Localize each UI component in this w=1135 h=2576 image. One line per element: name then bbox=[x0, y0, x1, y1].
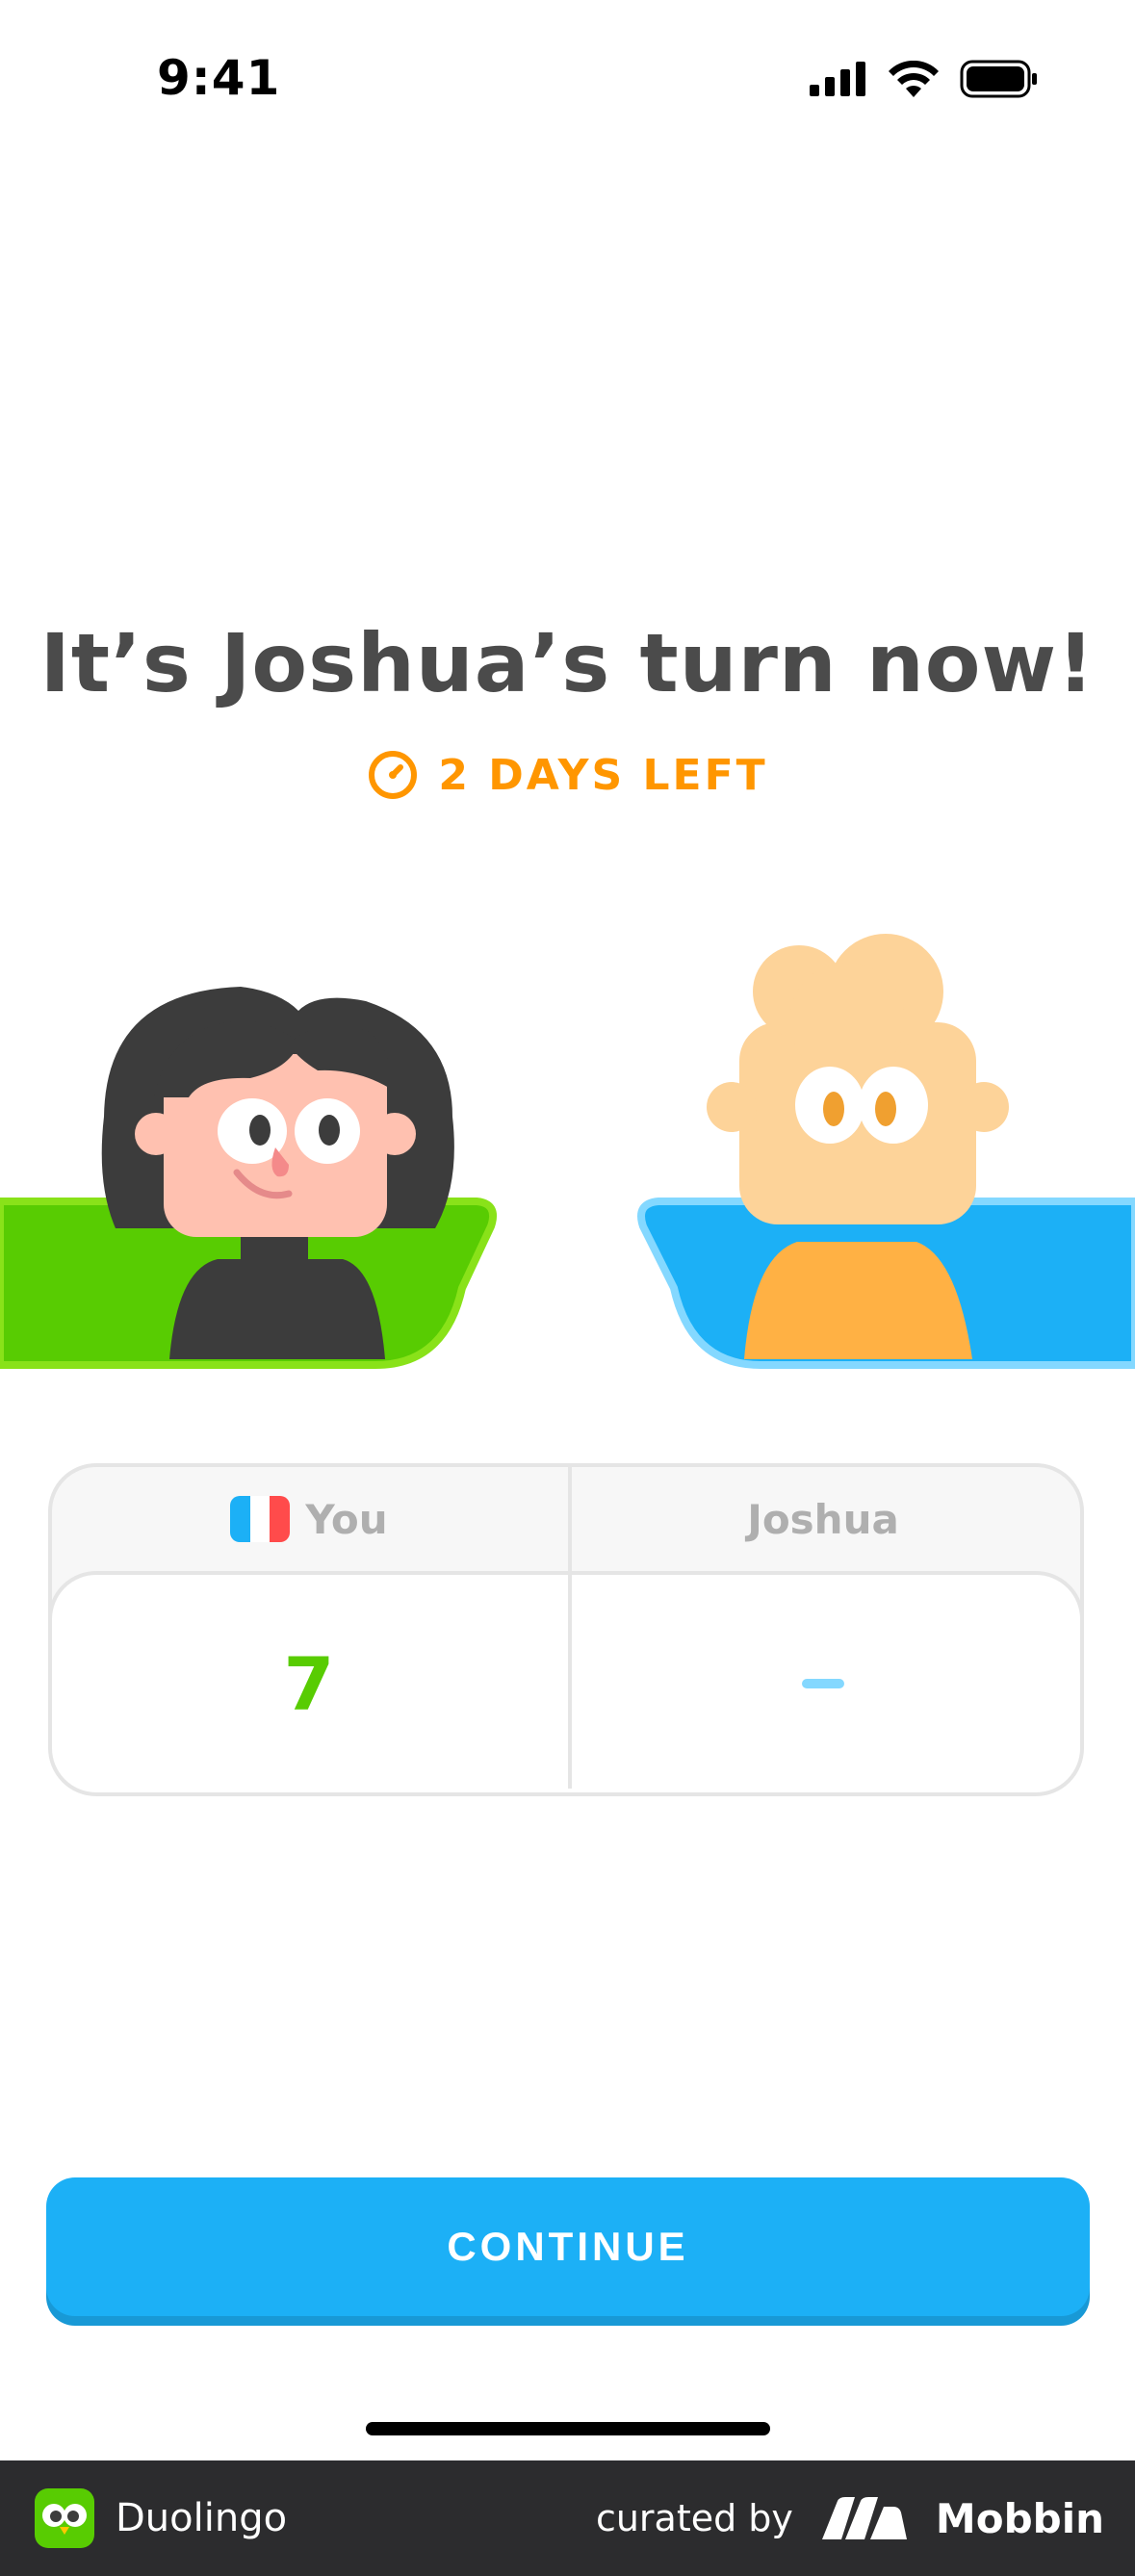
status-time: 9:41 bbox=[157, 50, 281, 106]
mobbin-logo-icon bbox=[821, 2497, 907, 2539]
signal-icon bbox=[810, 62, 865, 96]
you-header: You bbox=[52, 1467, 566, 1571]
you-avatar bbox=[0, 987, 498, 1369]
page-title: It’s Joshua’s turn now! bbox=[39, 616, 1096, 710]
opponent-header: Joshua bbox=[566, 1467, 1080, 1571]
curated-by-label: curated by bbox=[595, 2497, 793, 2539]
continue-button[interactable]: CONTINUE bbox=[46, 2177, 1090, 2316]
you-score-cell: 7 bbox=[52, 1575, 566, 1792]
days-left-timer: 2 DAYS LEFT bbox=[0, 749, 1135, 801]
footer-credit: curated by Mobbin bbox=[596, 2460, 1104, 2576]
timer-icon bbox=[369, 751, 418, 799]
score-header: You Joshua bbox=[52, 1467, 1080, 1571]
score-table: You Joshua 7 bbox=[48, 1463, 1084, 1796]
opponent-score-cell bbox=[566, 1575, 1080, 1792]
footer-app: Duolingo bbox=[35, 2460, 287, 2576]
mobbin-brand: Mobbin bbox=[935, 2494, 1104, 2542]
score-body: 7 bbox=[48, 1571, 1084, 1796]
column-divider bbox=[568, 1467, 572, 1789]
footer-bar: Duolingo curated by Mobbin bbox=[0, 2460, 1135, 2576]
status-icons bbox=[810, 60, 1039, 98]
french-flag-icon bbox=[230, 1496, 291, 1542]
days-left-label: 2 DAYS LEFT bbox=[438, 750, 768, 800]
you-score: 7 bbox=[283, 1640, 335, 1727]
opponent-score bbox=[802, 1679, 844, 1688]
home-indicator bbox=[366, 2422, 770, 2435]
you-label: You bbox=[305, 1495, 388, 1543]
wifi-icon bbox=[889, 61, 939, 97]
joshua-avatar bbox=[637, 934, 1135, 1369]
footer-app-name: Duolingo bbox=[116, 2496, 288, 2540]
opponent-label: Joshua bbox=[747, 1495, 899, 1543]
avatars-illustration bbox=[0, 934, 1135, 1369]
battery-icon bbox=[960, 60, 1037, 98]
duolingo-logo-icon bbox=[35, 2488, 94, 2548]
